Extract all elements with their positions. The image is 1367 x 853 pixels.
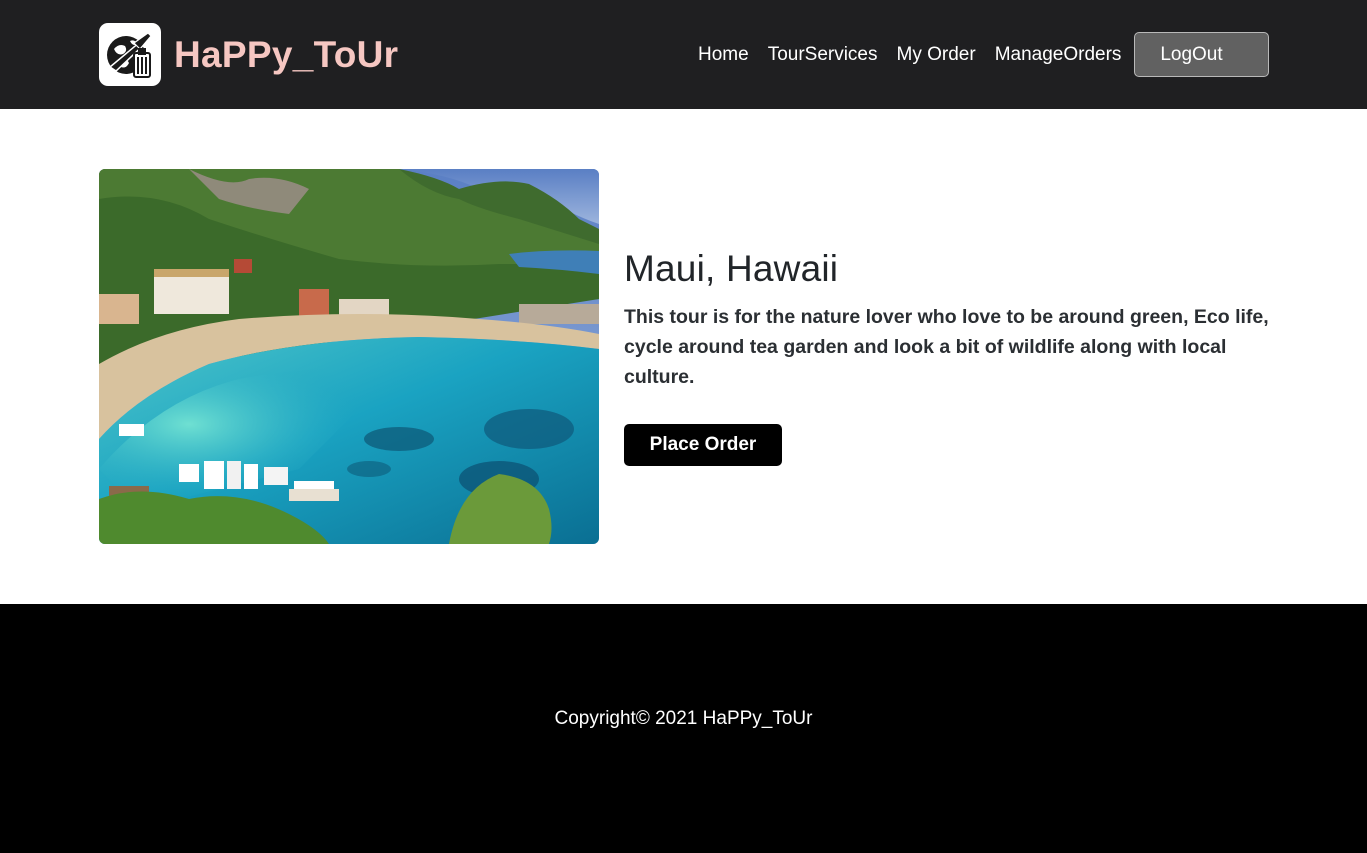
brand-name: HaPPy_ToUr [174,33,399,75]
footer-copyright: Copyright© 2021 HaPPy_ToUr [554,708,813,729]
nav-link-home[interactable]: Home [698,44,749,66]
nav-link-tour-services[interactable]: TourServices [768,44,878,66]
place-order-button[interactable]: Place Order [624,424,782,466]
nav-link-my-order[interactable]: My Order [897,44,976,66]
nav-link-manage-orders[interactable]: ManageOrders [995,44,1122,66]
tour-description: This tour is for the nature lover who lo… [624,306,1269,388]
tour-title: Maui, Hawaii [624,248,839,289]
tour-image [99,169,599,544]
footer: Copyright© 2021 HaPPy_ToUr [0,604,1367,853]
navbar: HaPPy_ToUr Home TourServices My Order Ma… [0,0,1367,109]
brand-link[interactable]: HaPPy_ToUr [99,23,398,86]
logout-button[interactable]: LogOut [1134,32,1269,77]
nav-links: Home TourServices My Order ManageOrders [698,32,1121,77]
travel-logo-icon [99,23,161,86]
